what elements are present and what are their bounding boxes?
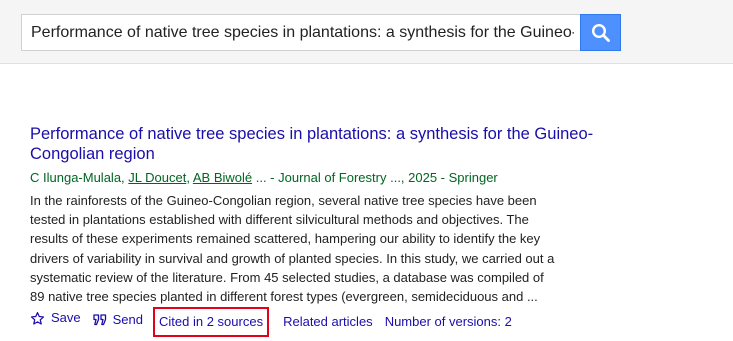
save-button[interactable]: Save (30, 309, 81, 327)
author-link-biwole[interactable]: AB Biwolé (193, 170, 252, 185)
search-icon (591, 23, 610, 42)
search-result: Performance of native tree species in pl… (30, 124, 630, 337)
send-button[interactable]: Send (92, 311, 144, 329)
result-source: ... - Journal of Forestry ..., 2025 - Sp… (252, 170, 498, 185)
author-ilunga-mulala: C Ilunga-Mulala (30, 170, 122, 185)
related-articles-link[interactable]: Related articles (283, 313, 373, 331)
send-label: Send (112, 311, 144, 327)
cited-by-link[interactable]: Cited in 2 sources (153, 306, 270, 337)
author-link-doucet[interactable]: JL Doucet (128, 170, 186, 185)
result-title-link[interactable]: Performance of native tree species in pl… (30, 124, 620, 164)
versions-link[interactable]: Number of versions: 2 (385, 313, 512, 331)
star-outline-icon (30, 311, 45, 325)
result-meta: C Ilunga-Mulala, JL Doucet, AB Biwolé ..… (30, 170, 498, 185)
save-label: Save (51, 310, 81, 326)
result-snippet: In the rainforests of the Guineo-Congoli… (30, 193, 555, 305)
search-box[interactable] (21, 14, 580, 51)
search-input[interactable] (22, 15, 580, 50)
search-button[interactable] (580, 14, 621, 51)
quote-icon (92, 314, 106, 325)
header-bar (0, 0, 733, 64)
result-actions: Save Send Cited in 2 sources Related arti… (30, 306, 630, 337)
